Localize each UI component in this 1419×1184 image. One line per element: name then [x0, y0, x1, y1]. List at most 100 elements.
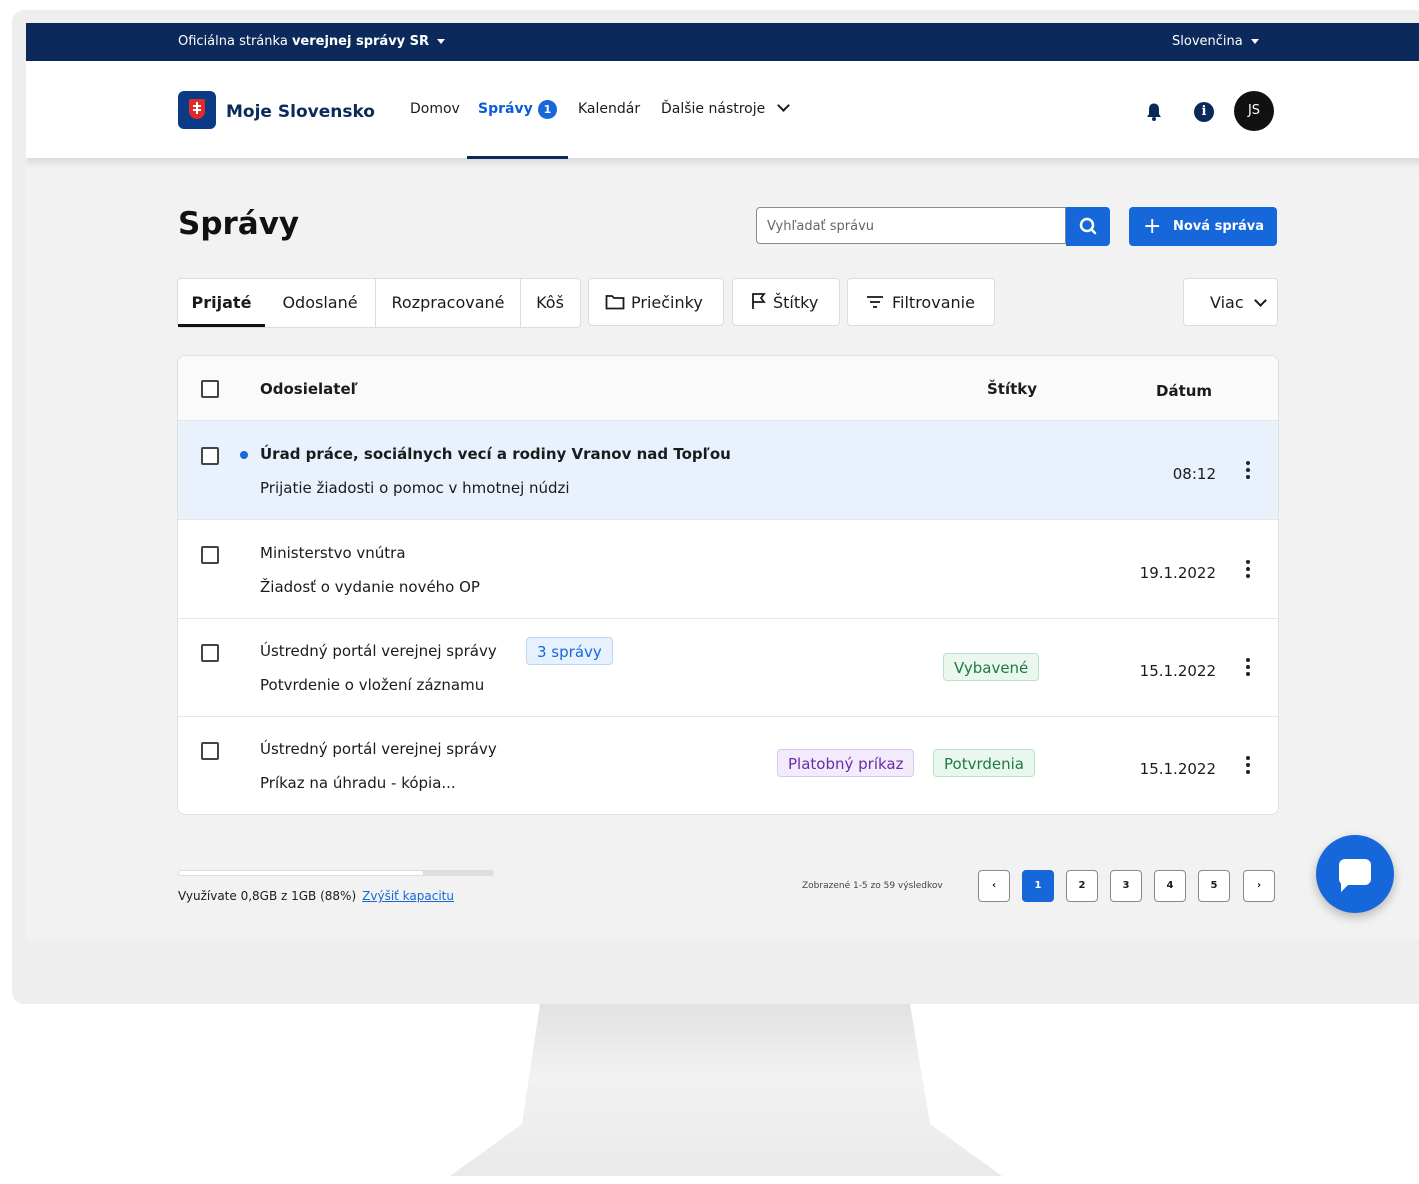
row-checkbox[interactable] [201, 644, 219, 662]
more-options-icon[interactable] [1246, 756, 1250, 776]
caret-down-icon [437, 39, 446, 44]
active-nav-indicator [467, 156, 568, 159]
flag-icon [752, 293, 766, 309]
more-options-icon[interactable] [1246, 560, 1250, 580]
page-3-button[interactable]: 3 [1110, 870, 1142, 902]
row-date: 19.1.2022 [1139, 564, 1216, 582]
filter-button[interactable]: Filtrovanie [847, 278, 995, 326]
chevron-right-icon: › [1256, 880, 1262, 891]
row-checkbox[interactable] [201, 742, 219, 760]
search-input[interactable]: Vyhľadať správu [756, 207, 1066, 244]
thread-count-badge[interactable]: 3 správy [526, 637, 613, 665]
results-count: Zobrazené 1-5 zo 59 výsledkov [802, 881, 943, 891]
row-subject: Prijatie žiadosti o pomoc v hmotnej núdz… [260, 479, 570, 497]
gov-bar: Oficiálna stránka verejnej správy SR Slo… [26, 23, 1419, 61]
tags-label: Štítky [773, 293, 819, 312]
folders-label: Priečinky [631, 293, 703, 312]
select-all-checkbox[interactable] [201, 380, 219, 398]
tab-sent[interactable]: Odoslané [265, 279, 375, 327]
page-5-button[interactable]: 5 [1198, 870, 1230, 902]
tag-resolved[interactable]: Vybavené [943, 653, 1040, 681]
row-checkbox[interactable] [201, 546, 219, 564]
table-row[interactable]: Úrad práce, sociálnych vecí a rodiny Vra… [178, 421, 1278, 520]
messages-badge: 1 [538, 100, 557, 119]
new-message-label: Nová správa [1173, 219, 1265, 234]
brand-name[interactable]: Moje Slovensko [226, 102, 375, 122]
logo-icon[interactable] [178, 91, 216, 129]
filter-icon [867, 296, 883, 308]
chevron-left-icon: ‹ [991, 880, 997, 891]
row-subject: Žiadosť o vydanie nového OP [260, 578, 480, 596]
chevron-down-icon [1253, 294, 1267, 307]
chevron-down-icon [777, 99, 791, 112]
search-icon [1079, 217, 1097, 235]
folder-icon [605, 295, 625, 310]
language-selector[interactable]: Slovenčina [1172, 34, 1259, 49]
nav-more-tools[interactable]: Ďalšie nástroje [661, 99, 791, 117]
row-checkbox[interactable] [201, 447, 219, 465]
filter-label: Filtrovanie [892, 293, 975, 312]
info-icon[interactable]: i [1194, 102, 1214, 122]
next-page-button[interactable]: › [1243, 870, 1275, 902]
tab-drafts[interactable]: Rozpracované [376, 279, 520, 327]
row-sender: Ústredný portál verejnej správy [260, 740, 497, 758]
more-button[interactable]: Viac [1183, 278, 1278, 326]
tag-payment-order[interactable]: Platobný príkaz [777, 749, 915, 777]
increase-capacity-link[interactable]: Zvýšiť kapacitu [362, 889, 454, 903]
storage-usage: Využívate 0,8GB z 1GB (88%) Zvýšiť kapaci… [178, 889, 454, 903]
chat-button[interactable] [1316, 835, 1394, 913]
table-row[interactable]: Ústredný portál verejnej správy 3 správy… [178, 618, 1278, 717]
avatar[interactable]: JS [1234, 91, 1274, 131]
row-sender: Ministerstvo vnútra [260, 544, 406, 562]
storage-progress-fill [178, 870, 425, 876]
unread-indicator [240, 451, 248, 459]
tab-received[interactable]: Prijaté [178, 279, 265, 327]
row-sender: Úrad práce, sociálnych vecí a rodiny Vra… [260, 445, 731, 463]
bell-icon[interactable] [1146, 103, 1162, 121]
screen: Oficiálna stránka verejnej správy SR Slo… [26, 23, 1419, 940]
coat-of-arms-icon [189, 99, 205, 119]
header-tags[interactable]: Štítky [987, 380, 1037, 398]
tags-button[interactable]: Štítky [732, 278, 840, 326]
monitor-stand [450, 1004, 1002, 1176]
gov-official-toggle[interactable]: Oficiálna stránka verejnej správy SR [178, 34, 446, 49]
page-title: Správy [178, 206, 300, 242]
new-message-button[interactable]: + Nová správa [1129, 207, 1277, 246]
storage-progress-bar [178, 870, 494, 876]
nav-home[interactable]: Domov [410, 101, 460, 117]
table-header: Odosielateľ Štítky Dátum [178, 356, 1278, 421]
caret-down-icon [1250, 39, 1259, 44]
chat-bubble-icon [1339, 859, 1371, 892]
tag-confirmations[interactable]: Potvrdenia [933, 749, 1035, 777]
tab-trash[interactable]: Kôš [521, 279, 579, 327]
message-tabs: Prijaté Odoslané Rozpracované Kôš [177, 278, 581, 328]
header-date[interactable]: Dátum [1156, 382, 1212, 400]
prev-page-button[interactable]: ‹ [978, 870, 1010, 902]
row-subject: Potvrdenie o vložení záznamu [260, 676, 485, 694]
more-options-icon[interactable] [1246, 461, 1250, 481]
plus-icon: + [1143, 214, 1162, 239]
row-subject: Príkaz na úhradu - kópia... [260, 774, 456, 792]
storage-text: Využívate 0,8GB z 1GB (88%) [178, 889, 357, 903]
row-date: 15.1.2022 [1139, 662, 1216, 680]
page-1-button[interactable]: 1 [1022, 870, 1054, 902]
more-options-icon[interactable] [1246, 658, 1250, 678]
row-date: 15.1.2022 [1139, 760, 1216, 778]
header: Moje Slovensko Domov Správy 1 Kalendár Ď… [26, 61, 1419, 159]
folders-button[interactable]: Priečinky [588, 278, 724, 326]
search-button[interactable] [1066, 207, 1110, 246]
gov-bold: verejnej správy SR [291, 34, 430, 49]
language-label: Slovenčina [1172, 34, 1243, 49]
messages-table: Odosielateľ Štítky Dátum Úrad práce, soc… [177, 355, 1279, 815]
row-date: 08:12 [1172, 465, 1216, 483]
header-sender[interactable]: Odosielateľ [260, 380, 358, 398]
page-4-button[interactable]: 4 [1154, 870, 1186, 902]
table-row[interactable]: Ministerstvo vnútra Žiadosť o vydanie no… [178, 520, 1278, 619]
page-2-button[interactable]: 2 [1066, 870, 1098, 902]
table-row[interactable]: Ústredný portál verejnej správy Príkaz n… [178, 716, 1278, 814]
nav-messages[interactable]: Správy [478, 101, 533, 117]
nav-more-tools-label: Ďalšie nástroje [661, 101, 766, 117]
nav-calendar[interactable]: Kalendár [578, 101, 640, 117]
more-label: Viac [1210, 293, 1244, 312]
row-sender: Ústredný portál verejnej správy [260, 642, 497, 660]
